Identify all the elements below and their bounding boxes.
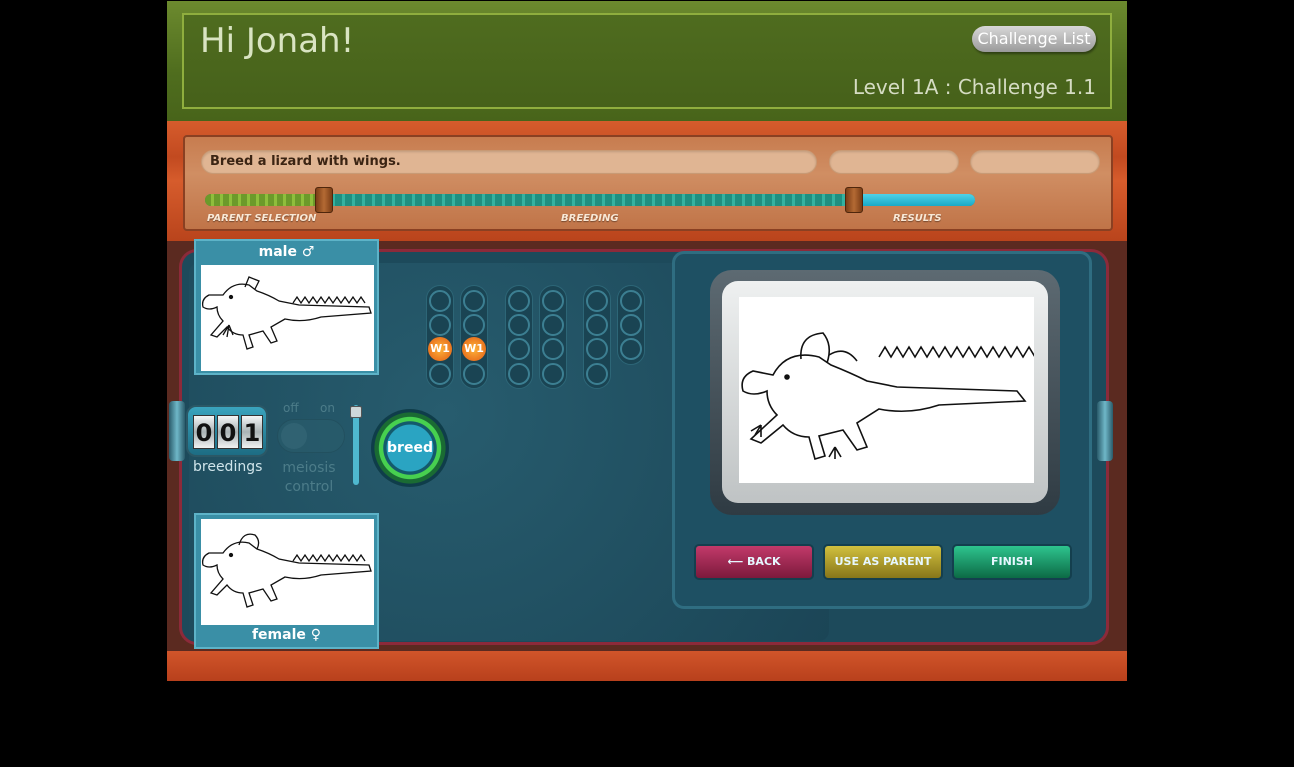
left-pipe [169,401,185,461]
allele-slot [586,363,608,385]
chromosome-column [539,285,567,389]
allele-slot [542,338,564,360]
meiosis-toggle[interactable] [277,419,345,453]
task-panel: Breed a lizard with wings. PARENT SELECT… [183,135,1113,231]
chromosome-column: W1 [460,285,488,389]
counter-digit: 0 [193,415,215,449]
finish-button[interactable]: FINISH [952,544,1072,580]
task-slot-3 [970,150,1100,174]
allele-slot [429,314,451,336]
arrow-left-icon: ⟵ [727,555,748,568]
header-panel: Hi Jonah! Challenge List Level 1A : Chal… [182,13,1112,109]
female-lizard-image [201,519,374,625]
chromosome-column [617,285,645,365]
chromosome-column: W1 [426,285,454,389]
toggle-knob [281,423,307,449]
challenge-list-button[interactable]: Challenge List [972,26,1096,52]
breed-button[interactable]: breed [371,409,449,487]
meiosis-label-line1: meiosis [282,460,336,476]
meiosis-control-label: meiosis control [279,459,339,497]
task-slot-2 [829,150,959,174]
allele-marker: W1 [462,337,486,361]
meiosis-off-label: off [283,401,299,415]
lizard-drawing [201,276,372,350]
back-button-label: BACK [747,555,781,568]
level-label: Level 1A : Challenge 1.1 [852,75,1096,99]
male-label: male ♂ [258,244,315,260]
male-parent-card[interactable]: male ♂ [194,239,379,375]
meiosis-label-line2: control [284,479,334,495]
allele-slot [429,290,451,312]
allele-slot [508,314,530,336]
offspring-lizard-drawing [741,332,1036,461]
allele-slot [620,338,642,360]
bottom-wood-strip [167,651,1127,681]
stage-label-results: RESULTS [893,213,942,224]
counter-digit: 1 [241,415,263,449]
breedings-counter: 0 0 1 [186,405,268,457]
task-text: Breed a lizard with wings. [210,154,401,169]
task-description-pill: Breed a lizard with wings. [201,150,817,174]
chromosome-column [505,285,533,389]
counter-digit: 0 [217,415,239,449]
progress-segment-breeding [325,194,850,206]
header: Hi Jonah! Challenge List Level 1A : Chal… [167,1,1127,121]
vertical-slider-knob[interactable] [350,406,362,418]
allele-slot [620,314,642,336]
allele-slot [508,338,530,360]
progress-segment-parent-selection [205,194,325,206]
chromosome-column [583,285,611,389]
allele-slot [586,290,608,312]
female-label: female ♀ [251,627,322,643]
progress-knob-1 [315,187,333,213]
breedings-label: breedings [193,459,263,475]
allele-slot [463,314,485,336]
progress-knob-2 [845,187,863,213]
allele-slot [542,290,564,312]
allele-slot [429,363,451,385]
right-pipe [1097,401,1113,461]
greeting-title: Hi Jonah! [200,21,355,61]
allele-marker: W1 [428,337,452,361]
allele-slot [463,363,485,385]
stage-label-breeding: BREEDING [561,213,619,224]
progress-segment-results [850,194,975,206]
allele-slot [508,363,530,385]
back-button[interactable]: ⟵ BACK [694,544,814,580]
allele-slot [620,290,642,312]
use-as-parent-button[interactable]: USE AS PARENT [823,544,943,580]
offspring-image [739,297,1036,483]
lizard-drawing [201,533,372,608]
allele-slot [463,290,485,312]
allele-slot [586,338,608,360]
allele-slot [508,290,530,312]
stage-label-parent-selection: PARENT SELECTION [207,213,317,224]
meiosis-on-label: on [320,401,335,415]
task-bar: Breed a lizard with wings. PARENT SELECT… [167,121,1127,241]
allele-slot [542,314,564,336]
allele-slot [586,314,608,336]
allele-slot [542,363,564,385]
female-parent-card[interactable]: female ♀ [194,513,379,649]
male-lizard-image [201,265,374,371]
game-window: Hi Jonah! Challenge List Level 1A : Chal… [167,1,1127,681]
